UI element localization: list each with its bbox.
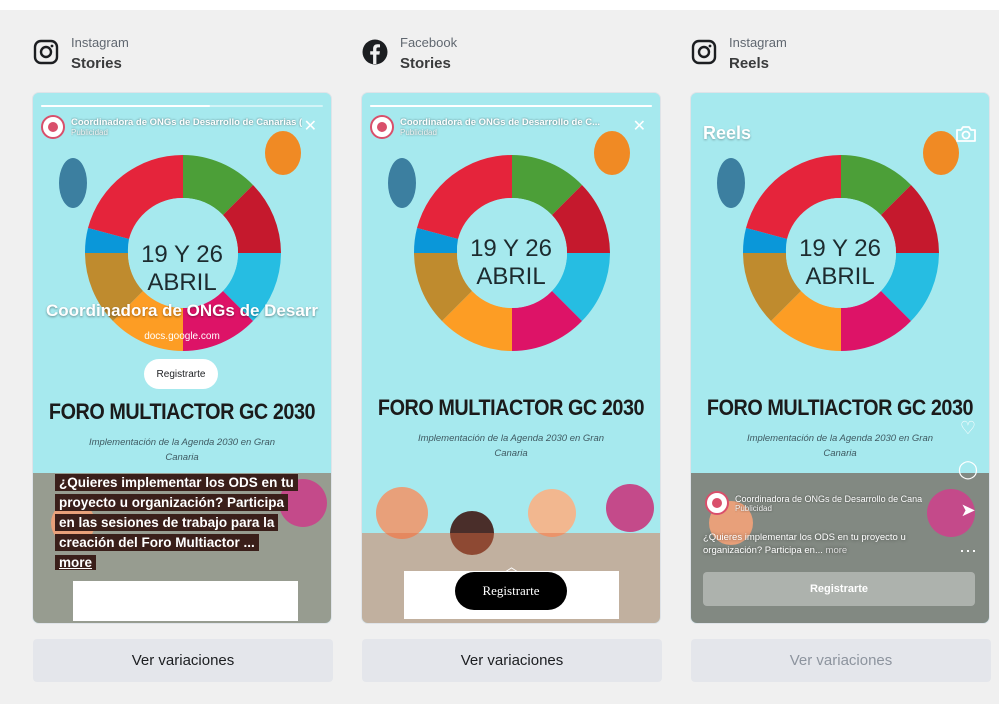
poster-subline: Implementación de la Agenda 2030 en Gran… <box>88 437 276 463</box>
cta-button[interactable]: Registrarte <box>703 572 975 606</box>
placement-instagram-reels: Instagram Reels Reels 19 Y 26 ABRIL FORO… <box>691 30 991 682</box>
instagram-icon <box>33 39 59 65</box>
share-icon[interactable]: ➤ <box>957 500 979 521</box>
poster-date: 19 Y 26 ABRIL <box>799 235 881 290</box>
story-progress <box>370 105 652 107</box>
advertiser-name[interactable]: Coordinadora de ONGs de Desarrollo de Ca… <box>735 494 922 504</box>
sponsored-label: Publicidad <box>400 128 437 137</box>
caption-line: proyecto u organización? Participa <box>55 494 289 511</box>
ver-variaciones-button[interactable]: Ver variaciones <box>362 639 662 682</box>
platform-name: Facebook <box>400 35 458 50</box>
cta-button[interactable]: Registrarte <box>144 359 218 389</box>
poster-headline: FORO MULTIACTOR GC 2030 <box>706 395 974 420</box>
avatar[interactable] <box>370 115 394 139</box>
poster-headline: FORO MULTIACTOR GC 2030 <box>377 395 645 420</box>
placement-header: Facebook Stories <box>362 30 662 80</box>
avatar[interactable] <box>41 115 65 139</box>
cta-button[interactable]: Registrarte <box>455 572 567 610</box>
poster-subline: Implementación de la Agenda 2030 en Gran… <box>417 433 605 459</box>
poster-art <box>362 93 660 623</box>
placement-instagram-stories: Instagram Stories Coordinadora de ONGs d… <box>33 30 333 682</box>
ad-header: Coordinadora de ONGs de Desarrollo de Ca… <box>41 115 323 139</box>
facebook-icon <box>362 39 388 65</box>
advertiser-name[interactable]: Coordinadora de ONGs de Desarrollo de Ca… <box>71 117 302 128</box>
placement-name: Reels <box>729 55 770 72</box>
ver-variaciones-button[interactable]: Ver variaciones <box>33 639 333 682</box>
caption-line: creación del Foro Multiactor ... <box>55 534 259 551</box>
platform-name: Instagram <box>71 35 129 50</box>
more-icon[interactable]: ⋯ <box>957 541 979 562</box>
ad-caption: ¿Quieres implementar los ODS en tu proye… <box>703 532 906 556</box>
poster-date: 19 Y 26 ABRIL <box>141 241 223 296</box>
poster-headline: FORO MULTIACTOR GC 2030 <box>48 399 316 424</box>
overlay-title: Coordinadora de ONGs de Desarr <box>45 301 319 320</box>
ad-preview: Coordinadora de ONGs de Desarrollo de Ca… <box>33 93 331 623</box>
sponsored-label: Publicidad <box>735 503 772 513</box>
reels-label: Reels <box>703 123 752 143</box>
story-progress <box>41 105 323 107</box>
top-bar <box>0 0 999 10</box>
placement-header: Instagram Stories <box>33 30 333 80</box>
more-link[interactable]: more <box>826 545 848 556</box>
ad-preview: Reels 19 Y 26 ABRIL FORO MULTIACTOR GC 20… <box>691 93 989 623</box>
caption-line: en las sesiones de trabajo para la <box>55 514 279 531</box>
close-icon[interactable]: ✕ <box>304 119 317 135</box>
overlay-domain: docs.google.com <box>144 331 220 342</box>
poster-date: 19 Y 26 ABRIL <box>470 235 552 290</box>
advertiser-name[interactable]: Coordinadora de ONGs de Desarrollo de C.… <box>400 117 600 128</box>
reel-author: Coordinadora de ONGs de Desarrollo de Ca… <box>705 491 922 515</box>
caption-line: ¿Quieres implementar los ODS en tu <box>55 474 298 491</box>
ad-header: Coordinadora de ONGs de Desarrollo de C.… <box>370 115 652 139</box>
placement-name: Stories <box>71 55 122 72</box>
ad-preview: Coordinadora de ONGs de Desarrollo de C.… <box>362 93 660 623</box>
camera-icon[interactable] <box>955 125 977 143</box>
reel-actions: ♡ ◯ ➤ ⋯ <box>957 418 979 582</box>
comment-icon[interactable]: ◯ <box>957 459 979 480</box>
placement-facebook-stories: Facebook Stories Coordinadora de ONGs de… <box>362 30 662 682</box>
poster-subline: Implementación de la Agenda 2030 en Gran… <box>746 433 934 459</box>
instagram-icon <box>691 39 717 65</box>
sponsored-label: Publicidad <box>71 128 108 137</box>
avatar[interactable] <box>705 491 729 515</box>
close-icon[interactable]: ✕ <box>633 119 646 135</box>
more-link[interactable]: more <box>55 555 97 570</box>
ver-variaciones-button[interactable]: Ver variaciones <box>691 639 991 682</box>
ad-caption: ¿Quieres implementar los ODS en tu proye… <box>55 473 305 572</box>
platform-name: Instagram <box>729 35 787 50</box>
heart-icon[interactable]: ♡ <box>957 418 979 439</box>
placement-header: Instagram Reels <box>691 30 991 80</box>
placement-name: Stories <box>400 55 451 72</box>
